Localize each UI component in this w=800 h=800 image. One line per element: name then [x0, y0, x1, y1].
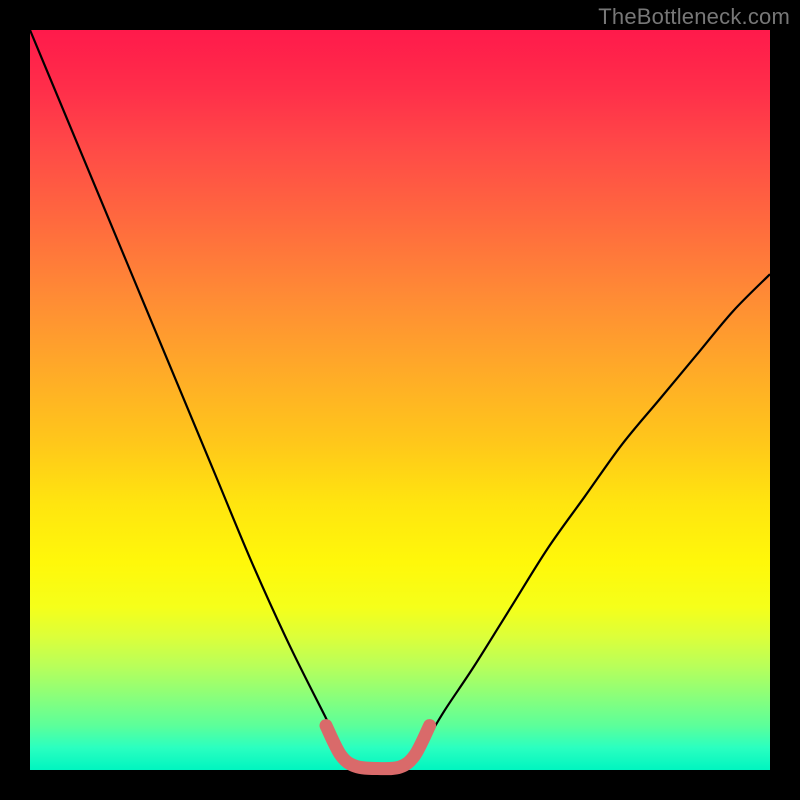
plot-area: [30, 30, 770, 770]
watermark-text: TheBottleneck.com: [598, 4, 790, 30]
bottom-valley-highlight: [326, 726, 430, 769]
left-curve: [30, 30, 356, 770]
chart-frame: TheBottleneck.com: [0, 0, 800, 800]
right-curve: [407, 274, 770, 770]
curves-svg: [30, 30, 770, 770]
